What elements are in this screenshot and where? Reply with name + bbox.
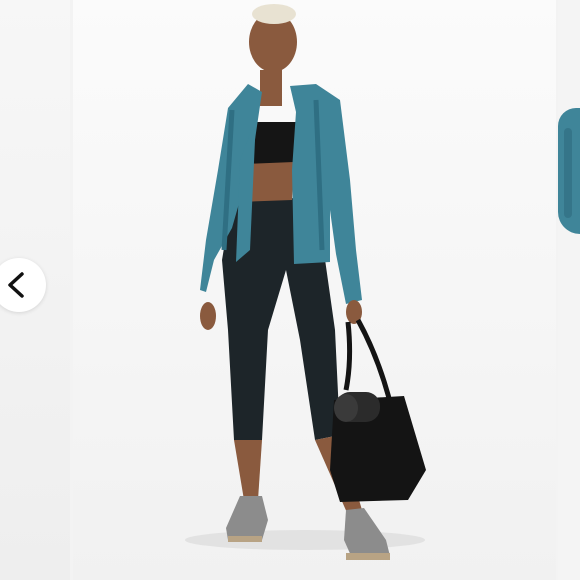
next-slide-peek[interactable] [558,0,580,580]
next-slide-jacket-preview [558,108,580,234]
chevron-left-icon [8,272,24,298]
model-illustration [185,4,426,560]
product-image-carousel [0,0,580,580]
